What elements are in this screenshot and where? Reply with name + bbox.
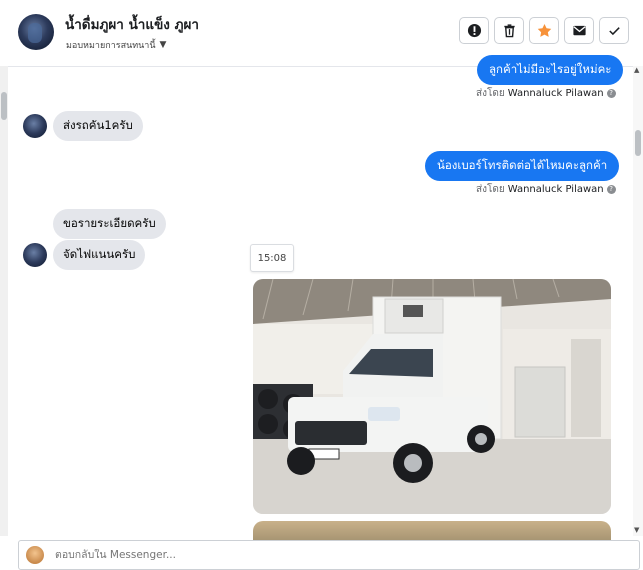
assign-label: มอบหมายการสนทนานี้ <box>66 41 156 51</box>
outgoing-message[interactable]: น้องเบอร์โทรติดต่อได้ไหมคะลูกค้า <box>425 151 620 181</box>
reply-input[interactable] <box>55 549 455 561</box>
sent-by-label: ส่งโดย Wannaluck Pilawan ? <box>476 182 616 197</box>
delete-button[interactable] <box>494 17 524 44</box>
page-avatar <box>26 546 44 564</box>
incoming-message[interactable]: ส่งรถคัน1ครับ <box>53 111 143 141</box>
scrollbar-thumb[interactable] <box>635 130 641 156</box>
refrigerated-truck-image <box>253 279 611 514</box>
outgoing-message[interactable]: ลูกค้าไม่มีอะไรอยู่ใหม่คะ <box>477 55 624 85</box>
sender-name: Wannaluck Pilawan <box>507 184 604 195</box>
trash-icon <box>503 24 515 38</box>
help-icon[interactable]: ? <box>606 185 616 194</box>
done-button[interactable] <box>599 17 629 44</box>
caret-down-icon: ▼ <box>159 40 167 50</box>
contact-name[interactable]: น้ำดื่มภูผา น้ำแข็ง ภูผา <box>65 13 199 35</box>
message-timestamp: 15:08 <box>250 244 294 272</box>
contact-avatar-small <box>23 243 47 267</box>
mark-unread-button[interactable] <box>564 17 594 44</box>
mark-spam-button[interactable] <box>459 17 489 44</box>
incoming-message[interactable]: จัดไฟแนนครับ <box>53 240 146 270</box>
header-actions <box>459 17 629 44</box>
message-scrollbar[interactable]: ▲ ▼ <box>633 66 643 536</box>
vehicle-photo-next[interactable] <box>253 521 611 541</box>
star-button[interactable] <box>529 17 559 44</box>
sent-by-prefix: ส่งโดย <box>476 88 505 99</box>
vehicle-photo[interactable] <box>253 279 611 514</box>
sent-by-prefix: ส่งโดย <box>476 184 505 195</box>
sent-by-label: ส่งโดย Wannaluck Pilawan ? <box>476 86 616 101</box>
contact-avatar-small <box>23 114 47 138</box>
alert-icon <box>467 23 481 38</box>
left-scrollbar[interactable] <box>0 66 8 536</box>
reply-composer <box>18 540 640 570</box>
help-icon[interactable]: ? <box>606 89 616 98</box>
check-icon <box>608 27 620 36</box>
scroll-up-icon[interactable]: ▲ <box>634 66 639 74</box>
assign-conversation-dropdown[interactable]: มอบหมายการสนทนานี้ ▼ <box>66 38 166 52</box>
scroll-down-icon[interactable]: ▼ <box>634 526 639 534</box>
mail-icon <box>572 25 586 36</box>
contact-avatar[interactable] <box>18 14 54 50</box>
sender-name: Wannaluck Pilawan <box>507 88 604 99</box>
incoming-message[interactable]: ขอรายระเอียดครับ <box>53 209 166 239</box>
star-icon <box>537 23 551 37</box>
